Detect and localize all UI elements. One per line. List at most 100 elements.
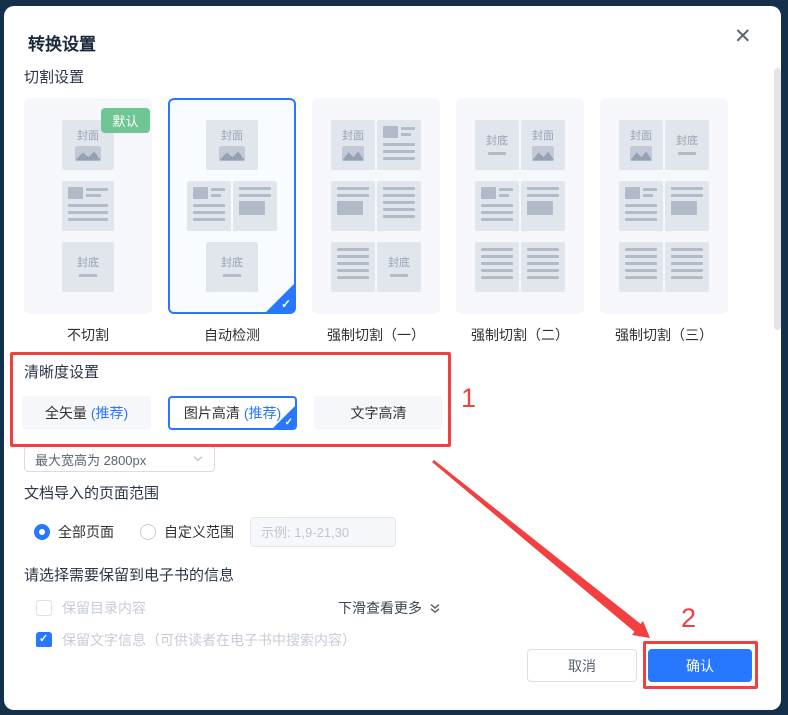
- max-size-dropdown[interactable]: 最大宽高为 2800px: [24, 446, 215, 472]
- text-line: [193, 204, 225, 207]
- cut-option-card[interactable]: 封面封底✓: [168, 98, 296, 314]
- clarity-option-label: 全矢量: [45, 403, 87, 423]
- text-line: [211, 194, 221, 197]
- screen: 转换设置 ✕ 切割设置 封面封底默认不切割封面封底✓自动检测封面封底强制切割（一…: [0, 0, 788, 715]
- clarity-option-button[interactable]: 全矢量(推荐): [22, 396, 151, 430]
- text-line: [527, 255, 559, 258]
- checkbox-checked-icon: [36, 632, 52, 647]
- conversion-settings-dialog: 转换设置 ✕ 切割设置 封面封底默认不切割封面封底✓自动检测封面封底强制切割（一…: [4, 6, 781, 710]
- underline-bar: [678, 152, 696, 155]
- page-row: [187, 181, 277, 231]
- mini-page-text3: [475, 242, 519, 292]
- text-line: [643, 194, 653, 197]
- text-line: [337, 262, 369, 265]
- close-icon[interactable]: ✕: [734, 26, 752, 48]
- cut-option: 封面封底✓自动检测: [168, 98, 296, 345]
- text-line: [527, 262, 559, 265]
- scroll-for-more-link[interactable]: 下滑查看更多: [338, 598, 441, 618]
- text-line: [337, 276, 369, 279]
- cut-option-card[interactable]: 封面封底: [600, 98, 728, 314]
- scrollbar-thumb[interactable]: [774, 68, 781, 330]
- recommended-tag: (推荐): [91, 403, 128, 423]
- cut-option-label: 强制切割（一）: [327, 325, 425, 345]
- mini-page-back: 封底: [62, 242, 114, 292]
- mini-page-label: 封底: [676, 135, 698, 148]
- text-header-group: [383, 126, 415, 139]
- text-header-group: [481, 187, 513, 200]
- default-badge: 默认: [101, 108, 150, 133]
- cut-option-card[interactable]: 封面封底默认: [24, 98, 152, 314]
- clarity-option-button[interactable]: 图片高清(推荐)✓: [168, 396, 297, 430]
- keep-text-checkbox-row[interactable]: 保留文字信息（可供读者在电子书中搜索内容）: [36, 630, 474, 647]
- text-header-group: [193, 187, 225, 200]
- text-line: [671, 269, 703, 272]
- text-header-group: [68, 187, 108, 200]
- text-line: [527, 269, 559, 272]
- mini-page-cover: 封面: [331, 120, 375, 170]
- text-line: [383, 201, 415, 204]
- cut-option-label: 强制切割（二）: [471, 325, 569, 345]
- text-line: [383, 208, 415, 211]
- double-chevron-down-icon: [429, 602, 441, 615]
- radio-selected-icon: [34, 524, 50, 540]
- text-line: [383, 157, 415, 160]
- card-preview: 封面封底: [314, 100, 438, 312]
- text-line: [383, 215, 415, 218]
- confirm-button[interactable]: 确认: [648, 649, 752, 682]
- checkbox-label: 保留目录内容: [62, 598, 146, 618]
- custom-range-input[interactable]: [250, 517, 396, 547]
- text-line: [625, 269, 657, 272]
- page-row: 封底: [62, 242, 114, 292]
- page-range-radio[interactable]: 自定义范围: [140, 522, 234, 542]
- page-range-radio[interactable]: 全部页面: [34, 522, 114, 542]
- text-block: [625, 187, 640, 199]
- text-line: [643, 188, 657, 191]
- image-placeholder-icon: [532, 146, 554, 161]
- text-line: [481, 211, 513, 214]
- text-line: [671, 262, 703, 265]
- mini-page-text1: [62, 181, 114, 231]
- text-line: [401, 133, 411, 136]
- text-block: [671, 201, 697, 215]
- cancel-button[interactable]: 取消: [527, 649, 637, 682]
- keep-text-checkbox-clip: 保留文字信息（可供读者在电子书中搜索内容）: [4, 630, 474, 647]
- mini-page-back: 封底: [377, 242, 421, 292]
- mini-page-text1: [187, 181, 231, 231]
- text-line: [481, 269, 513, 272]
- text-line: [625, 262, 657, 265]
- cut-option-card[interactable]: 封底封面: [456, 98, 584, 314]
- cut-option: 封面封底强制切割（一）: [312, 98, 440, 345]
- mini-page-text1: [475, 181, 519, 231]
- mini-page-label: 封面: [532, 130, 554, 143]
- image-placeholder-icon: [342, 146, 364, 161]
- mini-page-text1: [619, 181, 663, 231]
- text-line: [671, 187, 703, 190]
- text-line: [625, 204, 657, 207]
- page-row: 封底: [331, 242, 421, 292]
- mini-page-text3: [619, 242, 663, 292]
- page-row: 封底: [206, 242, 258, 292]
- page-row: [619, 181, 709, 231]
- clarity-option-button[interactable]: 文字高清: [314, 396, 443, 430]
- page-range-radios: 全部页面 自定义范围: [34, 522, 234, 542]
- text-line: [481, 204, 513, 207]
- cut-option: 封面封底强制切割（三）: [600, 98, 728, 345]
- card-preview: 封底封面: [458, 100, 582, 312]
- mini-page-cover: 封面: [206, 120, 258, 170]
- clarity-settings-heading: 清晰度设置: [24, 361, 99, 382]
- cut-option: 封底封面强制切割（二）: [456, 98, 584, 345]
- clarity-options: 全矢量(推荐) 图片高清(推荐)✓ 文字高清: [22, 396, 443, 430]
- text-line: [625, 218, 657, 221]
- text-block: [337, 201, 363, 215]
- text-line: [527, 187, 559, 190]
- text-line: [337, 194, 369, 197]
- cut-settings-heading: 切割设置: [24, 66, 84, 87]
- keep-toc-checkbox-row[interactable]: 保留目录内容: [36, 598, 146, 618]
- cut-option-card[interactable]: 封面封底: [312, 98, 440, 314]
- keep-info-heading: 请选择需要保留到电子书的信息: [24, 564, 234, 585]
- mini-page-label: 封底: [77, 257, 99, 270]
- image-placeholder-icon: [75, 146, 101, 161]
- text-line: [499, 194, 509, 197]
- text-block: [193, 187, 208, 199]
- page-row: [331, 181, 421, 231]
